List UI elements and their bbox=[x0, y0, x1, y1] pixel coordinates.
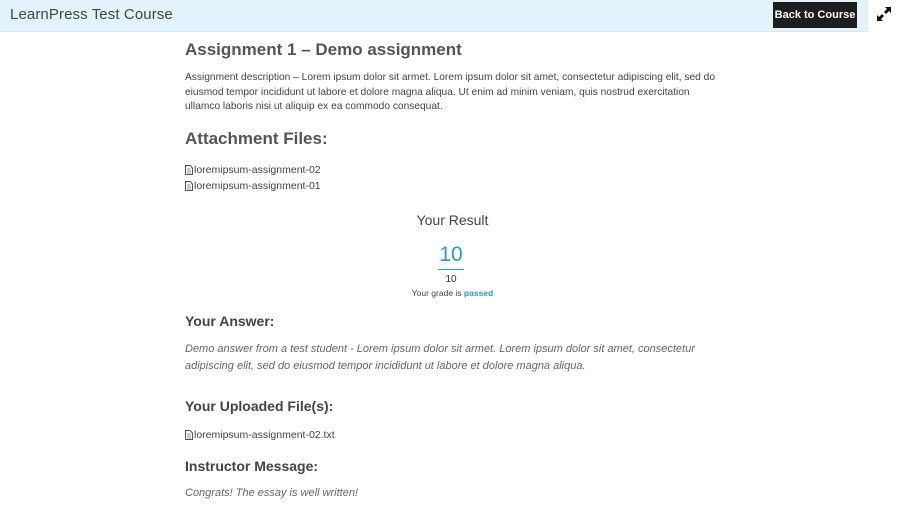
result-total: 10 bbox=[445, 274, 457, 285]
uploaded-file-item[interactable]: loremipsum-assignment-02.txt bbox=[185, 427, 335, 443]
uploaded-file-link[interactable]: loremipsum-assignment-02.txt bbox=[194, 427, 335, 443]
file-icon bbox=[185, 181, 193, 191]
back-to-course-button[interactable]: Back to Course bbox=[773, 2, 857, 28]
assignment-description: Assignment description – Lorem ipsum dol… bbox=[185, 72, 715, 112]
instructor-message: Congrats! The essay is well written! bbox=[185, 487, 359, 499]
attachment-item[interactable]: loremipsum-assignment-01 bbox=[185, 178, 321, 194]
uploaded-files-heading: Your Uploaded File(s): bbox=[185, 398, 334, 414]
instructor-message-heading: Instructor Message: bbox=[185, 458, 319, 474]
uploaded-files-list: loremipsum-assignment-02.txt bbox=[185, 427, 335, 443]
expand-arrows-icon bbox=[876, 6, 892, 27]
file-icon bbox=[185, 430, 193, 440]
grade-prefix: Your grade is bbox=[411, 288, 462, 298]
fullscreen-button[interactable] bbox=[868, 0, 900, 32]
answer-heading: Your Answer: bbox=[185, 313, 275, 329]
course-title[interactable]: LearnPress Test Course bbox=[10, 6, 173, 23]
attachments-list: loremipsum-assignment-02 loremipsum-assi… bbox=[185, 162, 321, 194]
grade-text: Your grade is passed bbox=[185, 288, 720, 298]
attachment-link[interactable]: loremipsum-assignment-01 bbox=[194, 178, 321, 194]
top-bar: LearnPress Test Course Back to Course bbox=[0, 0, 900, 32]
result-label: Your Result bbox=[416, 212, 489, 228]
attachments-heading: Attachment Files: bbox=[185, 129, 328, 148]
grade-status-badge: passed bbox=[463, 288, 494, 298]
result-score: 10 bbox=[438, 242, 464, 270]
answer-text: Demo answer from a test student - Lorem … bbox=[185, 343, 695, 372]
attachment-item[interactable]: loremipsum-assignment-02 bbox=[185, 162, 321, 178]
file-icon bbox=[185, 165, 193, 175]
attachment-link[interactable]: loremipsum-assignment-02 bbox=[194, 162, 321, 178]
assignment-title: Assignment 1 – Demo assignment bbox=[185, 40, 462, 59]
